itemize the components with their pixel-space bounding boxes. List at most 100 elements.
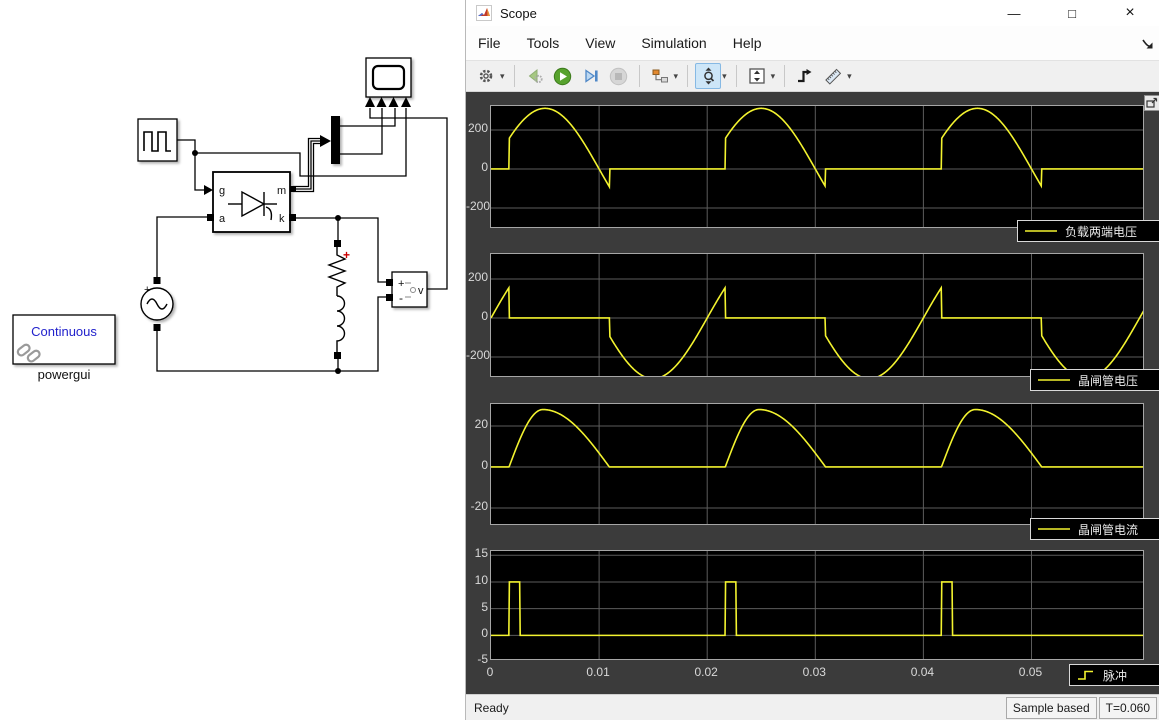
dock-arrow-icon[interactable] [1142,38,1155,56]
legend-2[interactable]: 晶闸管电压 [1030,369,1159,391]
signal-selector-button[interactable] [647,63,673,89]
port-label-g: g [219,185,225,197]
settings-dropdown-caret[interactable]: ▾ [500,71,505,82]
legend-label: 晶闸管电压 [1078,372,1138,389]
legend-1[interactable]: 负载两端电压 [1017,220,1159,242]
legend-line-glyph [1024,225,1058,237]
matlab-icon [476,5,492,21]
waveform-2 [491,288,1144,377]
maximize-button[interactable]: □ [1043,0,1101,26]
y-tick-label: 0 [466,309,488,323]
fit-to-view-button[interactable] [744,63,770,89]
status-bar: Ready Sample based T=0.060 [466,694,1159,720]
legend-3[interactable]: 晶闸管电流 [1030,518,1159,540]
trigger-button[interactable] [792,63,818,89]
y-tick-label: 200 [466,270,488,284]
step-back-button[interactable] [522,63,548,89]
scope-axes-1[interactable] [490,105,1144,228]
ac-plus-label: + [144,284,150,296]
y-tick-label: 20 [466,417,488,431]
measurements-caret[interactable]: ▾ [847,71,852,82]
thyristor-block[interactable]: g a m k [207,172,296,232]
powergui-mode-text: Continuous [31,324,97,339]
scope-axes-3[interactable] [490,403,1144,525]
y-tick-label: -5 [466,652,488,666]
menu-view[interactable]: View [585,35,615,51]
simulink-model-canvas[interactable]: g a m k + + [0,0,465,720]
status-text: Ready [474,701,1006,715]
scope-overlay-button[interactable] [1144,95,1159,111]
x-tick-label: 0.03 [792,665,836,679]
y-tick-label: 200 [466,121,488,135]
menu-tools[interactable]: Tools [527,35,560,51]
x-tick-label: 0 [468,665,512,679]
port-label-m: m [277,185,286,197]
legend-step-glyph [1076,669,1096,681]
waveform-1 [491,108,1144,186]
y-tick-label: 0 [466,160,488,174]
settings-gear-button[interactable] [473,63,499,89]
fit-to-view-caret[interactable]: ▾ [771,71,776,82]
y-tick-label: -200 [466,199,488,213]
menu-simulation[interactable]: Simulation [641,35,706,51]
scope-axes-2[interactable] [490,253,1144,377]
signal-selector-caret[interactable]: ▾ [674,71,679,82]
port-label-k: k [279,213,285,225]
screen: g a m k + + [0,0,1159,720]
vm-port-minus [386,294,393,301]
signal-wires [157,108,447,371]
scope-window: Scope — □ × File Tools View Simulation H… [465,0,1159,720]
menu-bar: File Tools View Simulation Help [466,26,1159,60]
legend-label: 负载两端电压 [1065,223,1137,240]
close-button[interactable]: × [1101,0,1159,26]
x-tick-label: 0.04 [900,665,944,679]
legend-line-glyph [1037,523,1071,535]
gate-input-arrow [204,185,213,195]
series-rlc-branch-block[interactable]: + [329,240,350,359]
y-tick-label: 5 [466,600,488,614]
measurements-ruler-button[interactable] [820,63,846,89]
powergui-block-name: powergui [38,367,91,382]
toolbar: ▾ ▾ ▾ [466,60,1159,92]
powergui-block[interactable]: Continuous powergui [13,315,115,382]
legend-label: 晶闸管电流 [1078,521,1138,538]
vm-port-plus [386,279,393,286]
status-sample-mode: Sample based [1006,697,1097,719]
zoom-dropdown-caret[interactable]: ▾ [722,71,727,82]
menu-help[interactable]: Help [733,35,762,51]
minimize-button[interactable]: — [985,0,1043,26]
port-m [290,186,296,192]
legend-line-glyph [1037,374,1071,386]
menu-file[interactable]: File [478,35,501,51]
scope-axes-4[interactable] [490,550,1144,660]
demux-input-arrow [320,135,331,147]
window-title: Scope [500,6,537,21]
y-tick-label: 10 [466,573,488,587]
x-tick-label: 0.01 [576,665,620,679]
step-forward-button[interactable] [578,63,604,89]
scope-input-ports [365,97,411,107]
legend-4[interactable]: 脉冲 [1069,664,1159,686]
demux-block[interactable] [331,116,340,164]
ac-voltage-source-block[interactable]: + [141,277,173,331]
ac-port-top [154,277,161,284]
voltage-measurement-block[interactable]: + - v [386,272,427,307]
ac-port-bottom [154,324,161,331]
x-tick-label: 0.05 [1008,665,1052,679]
vm-plus-label: + [398,278,404,290]
y-tick-label: 0 [466,626,488,640]
rlc-port-top [334,240,341,247]
pulse-generator-block[interactable] [138,119,177,161]
legend-label: 脉冲 [1103,667,1127,684]
scope-plot-area[interactable]: 2000-200负载两端电压2000-200晶闸管电压200-20晶闸管电流15… [466,92,1159,694]
run-button[interactable] [550,63,576,89]
y-tick-label: -200 [466,348,488,362]
zoom-button[interactable] [695,63,721,89]
stop-button[interactable] [606,63,632,89]
y-tick-label: 15 [466,546,488,560]
x-tick-label: 0.02 [684,665,728,679]
y-tick-label: -20 [466,499,488,513]
scope-block[interactable] [365,58,411,107]
vm-out-label: v [418,285,424,297]
title-bar[interactable]: Scope — □ × [466,0,1159,26]
